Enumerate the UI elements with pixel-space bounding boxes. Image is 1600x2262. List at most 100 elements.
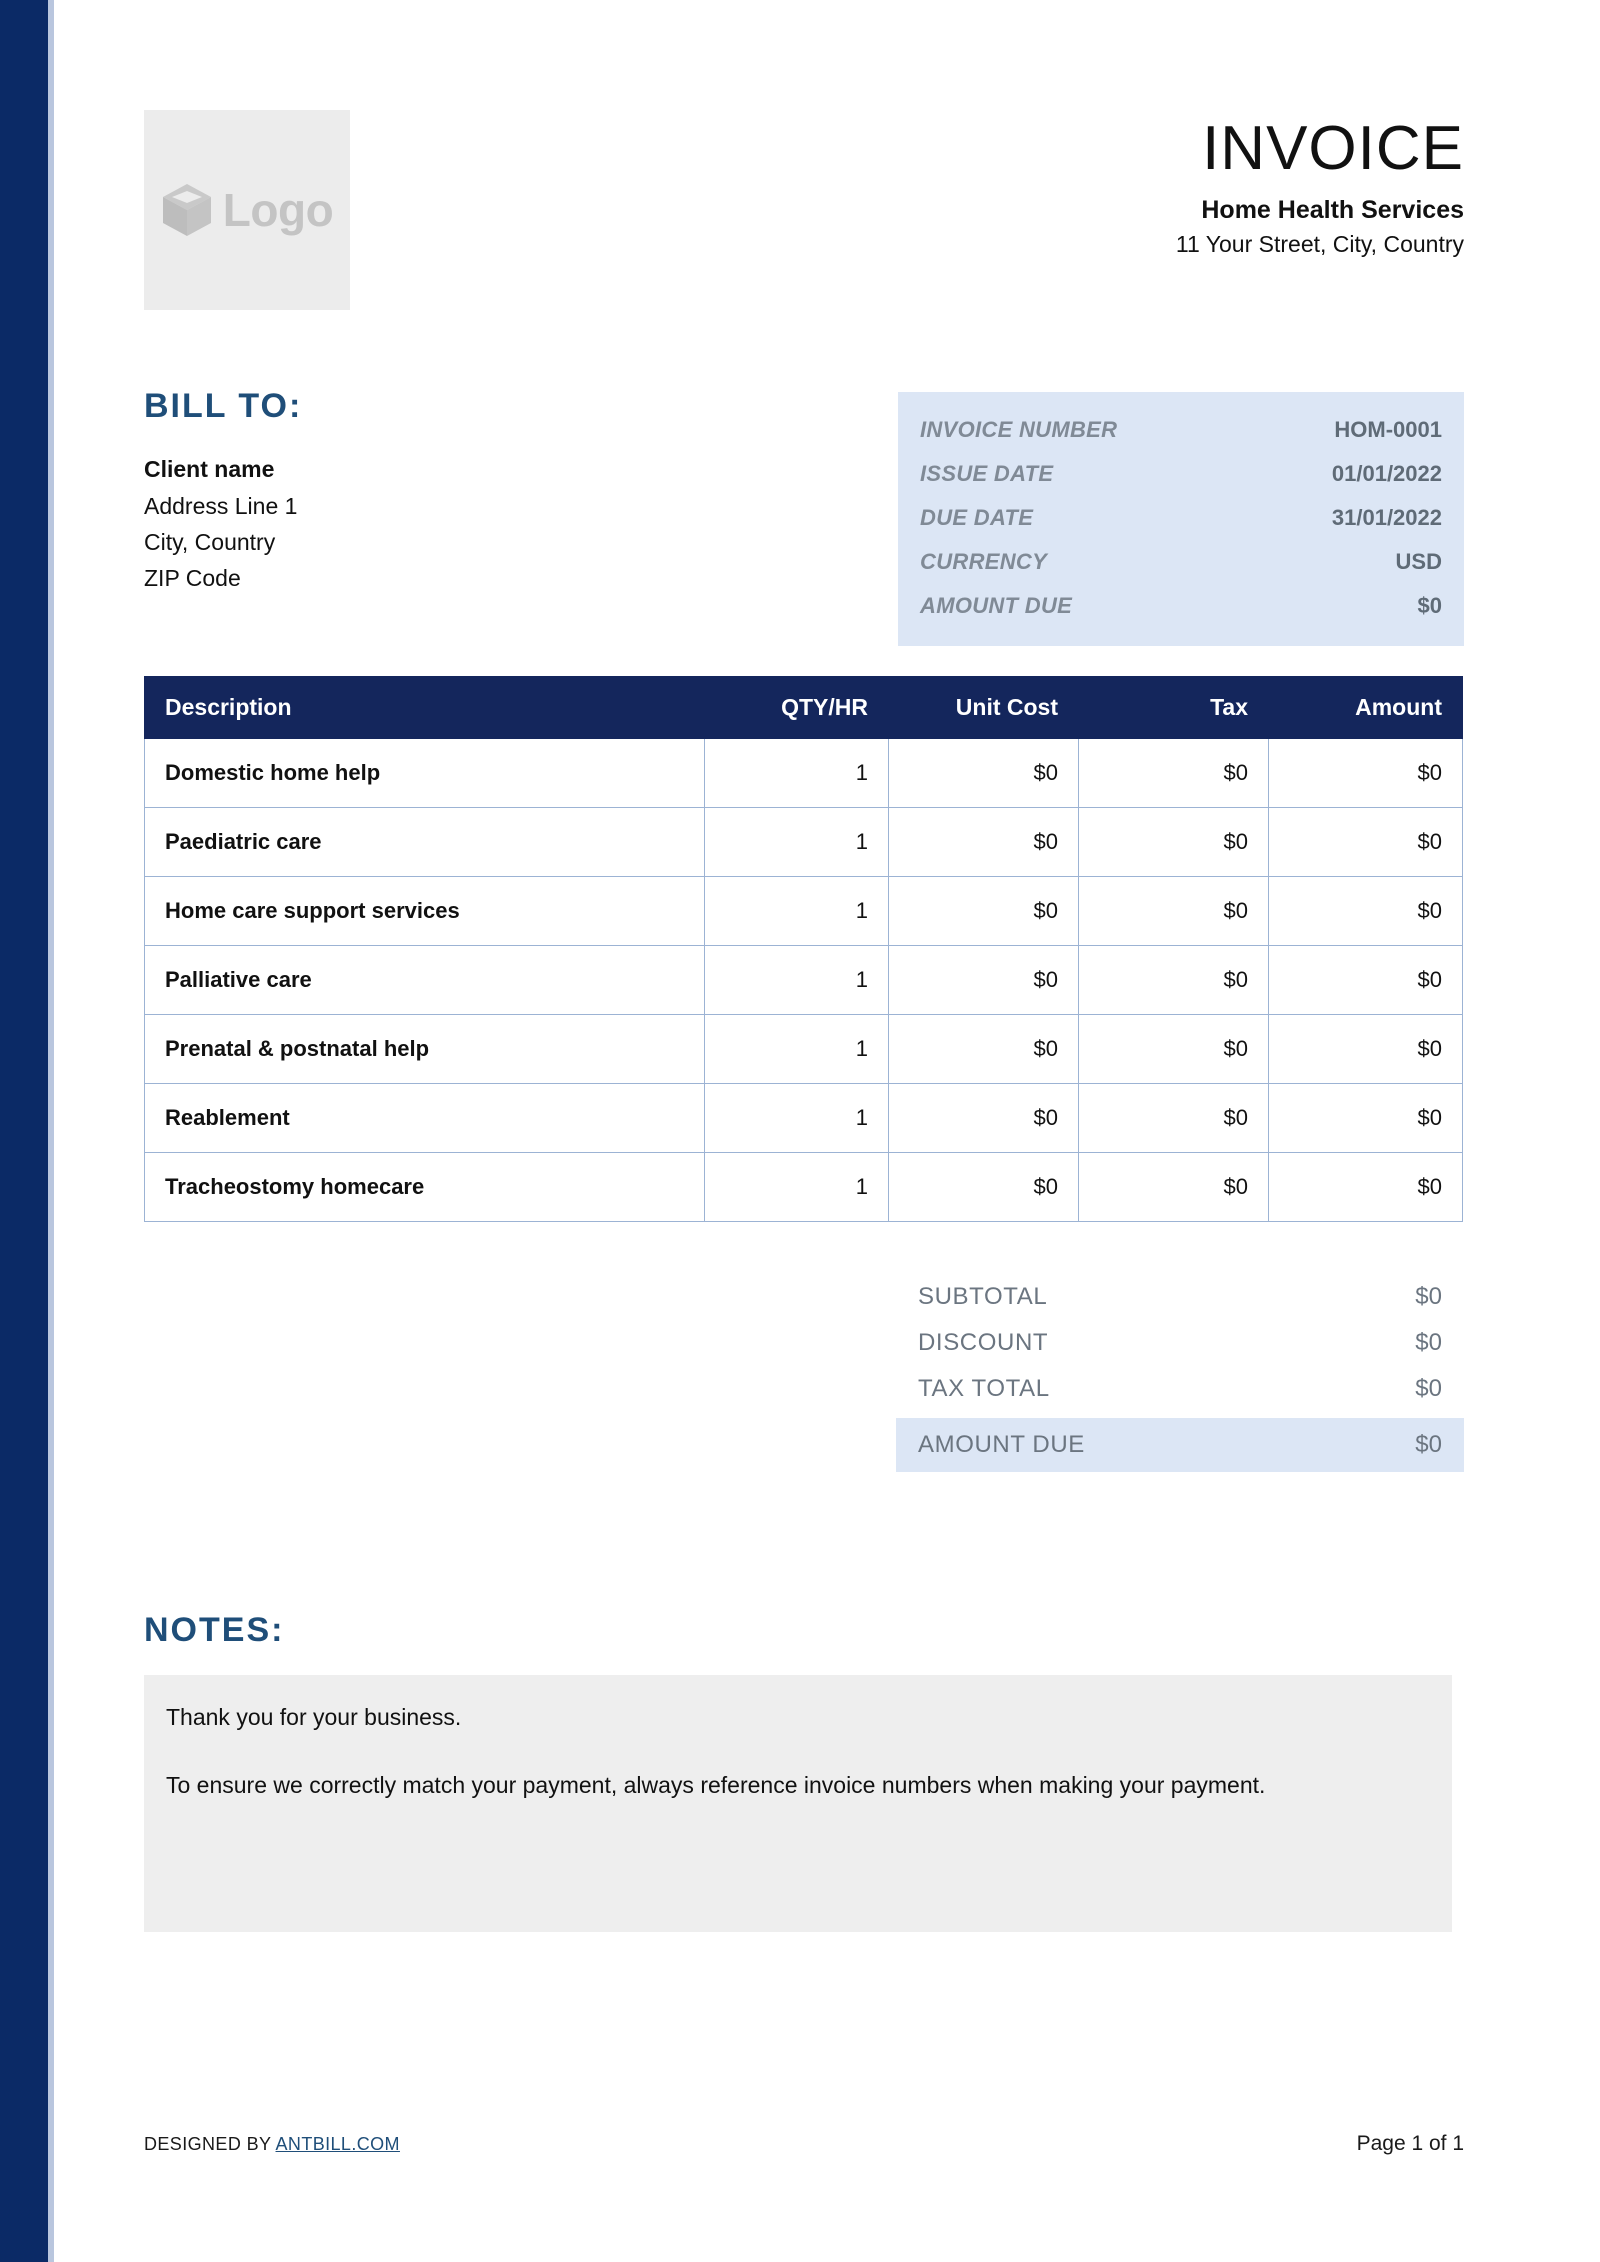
detail-label: AMOUNT DUE bbox=[920, 593, 1073, 618]
total-row-amount-due: AMOUNT DUE $0 bbox=[896, 1418, 1464, 1472]
table-header-row: Description QTY/HR Unit Cost Tax Amount bbox=[144, 676, 1463, 739]
left-accent-stripe-edge bbox=[48, 0, 54, 2262]
logo-placeholder[interactable]: Logo bbox=[144, 110, 350, 310]
detail-row-invoice-number: INVOICE NUMBER HOM-0001 bbox=[920, 408, 1442, 452]
cell-unit-cost: $0 bbox=[888, 1152, 1079, 1222]
total-value: $0 bbox=[1415, 1329, 1442, 1356]
detail-label: DUE DATE bbox=[920, 505, 1034, 530]
detail-value: 01/01/2022 bbox=[1331, 461, 1442, 486]
cell-amount: $0 bbox=[1268, 738, 1463, 808]
cell-amount: $0 bbox=[1268, 807, 1463, 877]
cell-tax: $0 bbox=[1078, 1014, 1269, 1084]
detail-value: HOM-0001 bbox=[1334, 417, 1442, 442]
cell-unit-cost: $0 bbox=[888, 738, 1079, 808]
table-row: Prenatal & postnatal help 1 $0 $0 $0 bbox=[144, 1014, 1463, 1084]
cell-description: Domestic home help bbox=[144, 738, 705, 808]
column-header-unit-cost: Unit Cost bbox=[888, 676, 1079, 739]
total-label: SUBTOTAL bbox=[918, 1283, 1048, 1310]
detail-label: ISSUE DATE bbox=[920, 461, 1054, 486]
left-accent-stripe bbox=[0, 0, 48, 2262]
cell-unit-cost: $0 bbox=[888, 807, 1079, 877]
total-value: $0 bbox=[1415, 1283, 1442, 1310]
total-row-tax-total: TAX TOTAL $0 bbox=[896, 1366, 1464, 1412]
table-row: Domestic home help 1 $0 $0 $0 bbox=[144, 738, 1463, 808]
header-right-block: INVOICE Home Health Services 11 Your Str… bbox=[1176, 110, 1464, 259]
cell-tax: $0 bbox=[1078, 876, 1269, 946]
designed-by-prefix: DESIGNED BY bbox=[144, 2134, 276, 2154]
notes-line-1: Thank you for your business. bbox=[166, 1704, 462, 1731]
cell-unit-cost: $0 bbox=[888, 945, 1079, 1015]
logo-text: Logo bbox=[222, 184, 334, 236]
page-title: INVOICE bbox=[1202, 114, 1464, 183]
detail-label: INVOICE NUMBER bbox=[920, 417, 1118, 442]
company-address: 11 Your Street, City, Country bbox=[1175, 231, 1464, 258]
cell-qty: 1 bbox=[704, 945, 889, 1015]
detail-row-issue-date: ISSUE DATE 01/01/2022 bbox=[920, 452, 1442, 496]
detail-value: USD bbox=[1395, 549, 1442, 574]
cell-amount: $0 bbox=[1268, 1083, 1463, 1153]
notes-box[interactable]: Thank you for your business. To ensure w… bbox=[144, 1675, 1452, 1933]
page-footer: DESIGNED BY ANTBILL.COM Page 1 of 1 bbox=[144, 2132, 1464, 2156]
line-items-table: Description QTY/HR Unit Cost Tax Amount … bbox=[144, 676, 1463, 1222]
total-row-subtotal: SUBTOTAL $0 bbox=[896, 1274, 1464, 1320]
total-label: DISCOUNT bbox=[918, 1329, 1049, 1356]
cell-description: Paediatric care bbox=[144, 807, 705, 877]
detail-value: $0 bbox=[1417, 593, 1442, 618]
column-header-tax: Tax bbox=[1078, 676, 1269, 739]
total-label: AMOUNT DUE bbox=[918, 1431, 1085, 1458]
cell-amount: $0 bbox=[1268, 1014, 1463, 1084]
detail-row-due-date: DUE DATE 31/01/2022 bbox=[920, 496, 1442, 540]
invoice-header: Logo INVOICE Home Health Services 11 You… bbox=[144, 0, 1464, 310]
table-row: Paediatric care 1 $0 $0 $0 bbox=[144, 807, 1463, 877]
cell-description: Tracheostomy homecare bbox=[144, 1152, 705, 1222]
detail-value: 31/01/2022 bbox=[1331, 505, 1442, 530]
cell-description: Palliative care bbox=[144, 945, 705, 1015]
cell-tax: $0 bbox=[1078, 738, 1269, 808]
cell-description: Prenatal & postnatal help bbox=[144, 1014, 705, 1084]
notes-section: NOTES: Thank you for your business. To e… bbox=[144, 1611, 1464, 1933]
table-body: Domestic home help 1 $0 $0 $0 Paediatric… bbox=[144, 738, 1463, 1222]
designed-by: DESIGNED BY ANTBILL.COM bbox=[144, 2134, 400, 2155]
cell-description: Home care support services bbox=[144, 876, 705, 946]
bill-to-heading: BILL TO: bbox=[144, 387, 303, 425]
column-header-amount: Amount bbox=[1268, 676, 1463, 739]
cell-tax: $0 bbox=[1078, 1152, 1269, 1222]
logo-inner: Logo bbox=[161, 182, 334, 238]
cell-unit-cost: $0 bbox=[888, 1083, 1079, 1153]
cell-amount: $0 bbox=[1268, 945, 1463, 1015]
cell-qty: 1 bbox=[704, 807, 889, 877]
detail-label: CURRENCY bbox=[920, 549, 1048, 574]
page-number: Page 1 of 1 bbox=[1356, 2132, 1464, 2155]
invoice-content: Logo INVOICE Home Health Services 11 You… bbox=[144, 0, 1464, 1933]
total-value: $0 bbox=[1415, 1375, 1442, 1402]
cell-description: Reablement bbox=[144, 1083, 705, 1153]
column-header-description: Description bbox=[144, 676, 705, 739]
invoice-details-panel: INVOICE NUMBER HOM-0001 ISSUE DATE 01/01… bbox=[898, 392, 1464, 646]
cell-tax: $0 bbox=[1078, 945, 1269, 1015]
company-name: Home Health Services bbox=[1201, 196, 1464, 225]
cell-amount: $0 bbox=[1268, 876, 1463, 946]
cell-qty: 1 bbox=[704, 876, 889, 946]
cell-tax: $0 bbox=[1078, 1083, 1269, 1153]
client-address-line: Address Line 1 bbox=[144, 492, 298, 519]
table-row: Home care support services 1 $0 $0 $0 bbox=[144, 876, 1463, 946]
cell-unit-cost: $0 bbox=[888, 876, 1079, 946]
cell-unit-cost: $0 bbox=[888, 1014, 1079, 1084]
invoice-page: Logo INVOICE Home Health Services 11 You… bbox=[0, 0, 1600, 2262]
totals-section: SUBTOTAL $0 DISCOUNT $0 TAX TOTAL $0 AMO… bbox=[896, 1274, 1464, 1472]
cell-amount: $0 bbox=[1268, 1152, 1463, 1222]
client-name: Client name bbox=[144, 456, 275, 483]
column-header-qty: QTY/HR bbox=[704, 676, 889, 739]
notes-heading: NOTES: bbox=[144, 1611, 285, 1649]
cell-qty: 1 bbox=[704, 1152, 889, 1222]
cell-qty: 1 bbox=[704, 1083, 889, 1153]
client-address-line: ZIP Code bbox=[144, 565, 241, 592]
total-label: TAX TOTAL bbox=[918, 1375, 1050, 1402]
antbill-link[interactable]: ANTBILL.COM bbox=[276, 2134, 400, 2154]
table-row: Reablement 1 $0 $0 $0 bbox=[144, 1083, 1463, 1153]
cell-qty: 1 bbox=[704, 738, 889, 808]
table-row: Palliative care 1 $0 $0 $0 bbox=[144, 945, 1463, 1015]
client-address-line: City, Country bbox=[144, 529, 276, 556]
cell-qty: 1 bbox=[704, 1014, 889, 1084]
total-value: $0 bbox=[1415, 1431, 1442, 1458]
